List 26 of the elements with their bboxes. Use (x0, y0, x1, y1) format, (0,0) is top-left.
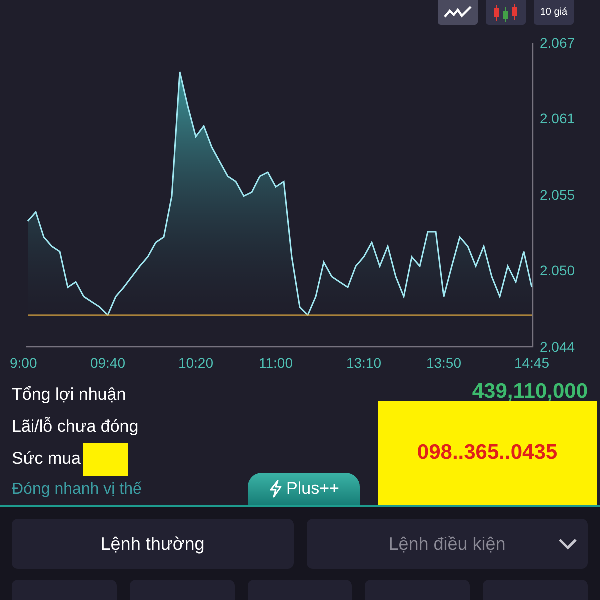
lightning-icon (268, 480, 283, 498)
phone-number-note: 098..365..0435 (378, 401, 597, 505)
chart-type-button[interactable] (486, 0, 526, 25)
quick-close-link[interactable]: Đóng nhanh vị thế (12, 475, 142, 505)
x-axis-label: 10:20 (178, 355, 214, 371)
y-axis-label: 2.044 (540, 339, 576, 355)
summary-label: Sức mua (12, 448, 82, 470)
chart-type-button[interactable] (438, 0, 478, 25)
x-axis-label: 14:45 (514, 355, 550, 371)
order-type-tab[interactable]: Lệnh thường (12, 519, 294, 569)
x-axis-label: 13:10 (346, 355, 382, 371)
candlestick-icon (493, 2, 519, 22)
x-axis-label: 09:40 (90, 355, 126, 371)
line-chart-icon (443, 6, 473, 20)
plus-tab[interactable]: Plus++ (248, 473, 360, 505)
summary-label: Lãi/lỗ chưa đóng (12, 416, 139, 438)
x-axis-label: 13:50 (426, 355, 462, 371)
price-levels-button[interactable]: 10 giá (534, 0, 574, 25)
y-axis-label: 2.061 (540, 110, 576, 126)
summary-label: Tổng lợi nhuận (12, 384, 126, 406)
order-type-tab[interactable]: Lệnh điều kiện (306, 519, 588, 569)
y-axis-label: 2.055 (540, 187, 576, 203)
y-axis-label: 2.050 (540, 262, 576, 278)
x-axis-label: 9:00 (10, 355, 38, 371)
x-axis-label: 11:00 (259, 355, 293, 371)
y-axis-label: 2.067 (540, 35, 576, 51)
